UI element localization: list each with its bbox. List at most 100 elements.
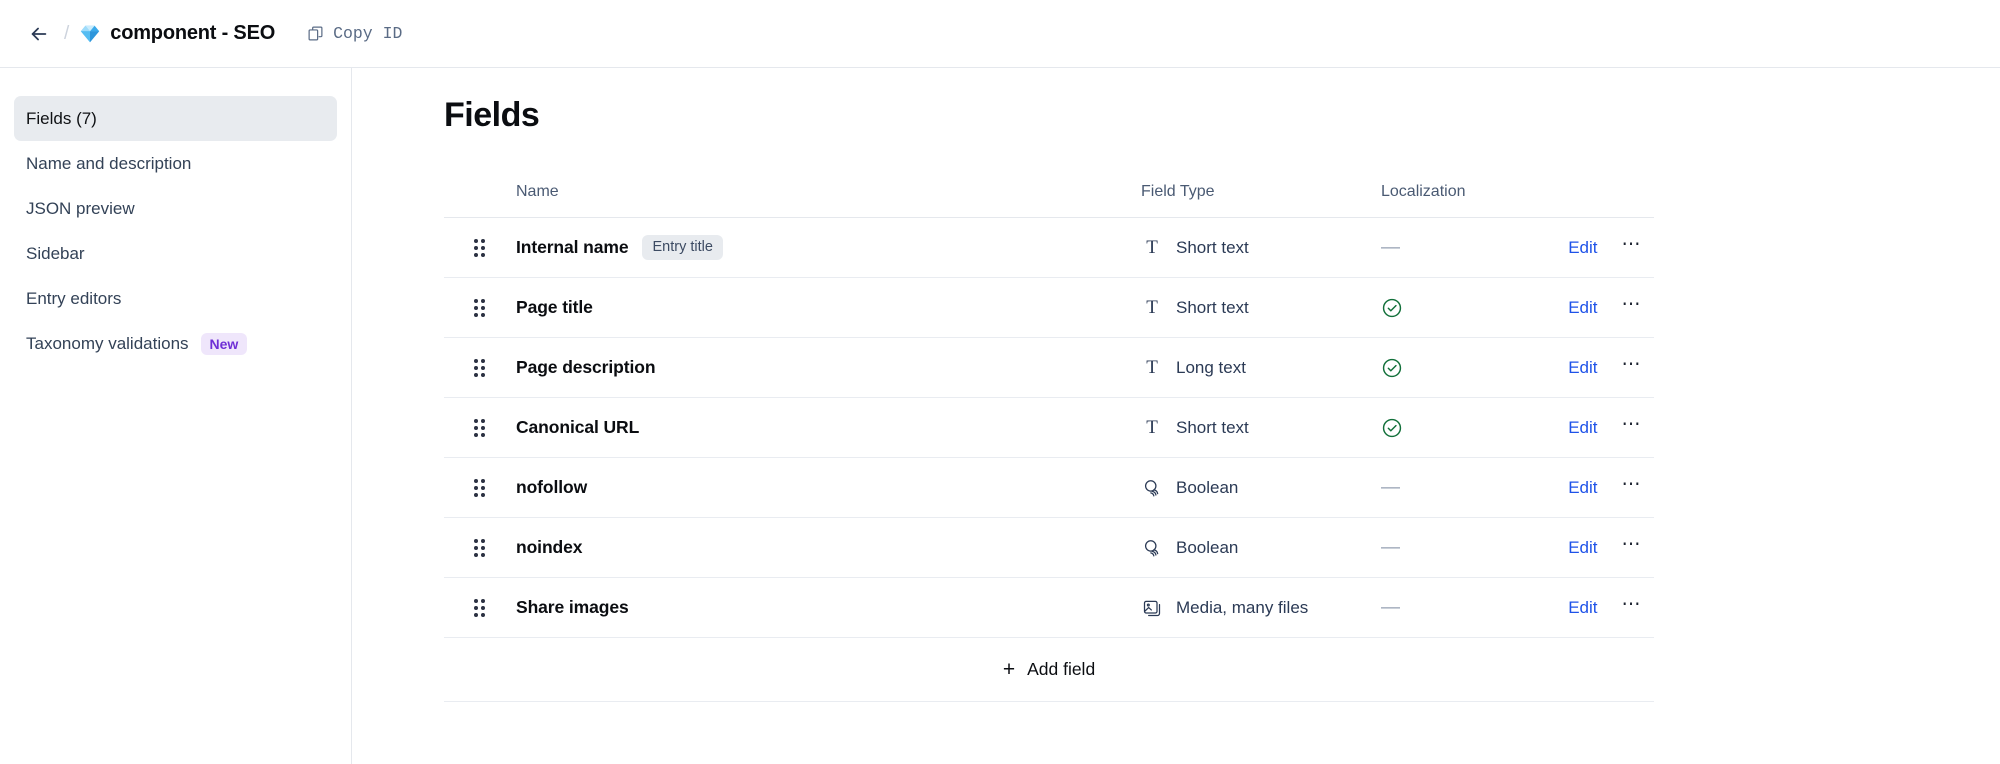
row-actions-cell: Edit ⋯	[1556, 457, 1654, 518]
sidebar-item-name-and-description[interactable]: Name and description	[14, 141, 337, 186]
sidebar-item-label: Entry editors	[26, 288, 122, 308]
row-drag-cell	[444, 457, 516, 518]
fields-table: Name Field Type Localization Internal na…	[444, 183, 1654, 702]
drag-handle-icon[interactable]	[444, 598, 516, 617]
body-wrapper: Fields (7) Name and description JSON pre…	[0, 68, 2000, 764]
row-drag-cell	[444, 277, 516, 338]
row-name-cell: Share images	[516, 577, 1141, 638]
column-header-actions	[1556, 183, 1654, 218]
column-header-field-type: Field Type	[1141, 183, 1381, 218]
localization-check-icon	[1381, 417, 1403, 439]
row-localization-cell	[1381, 277, 1556, 338]
boolean-icon	[1141, 477, 1163, 499]
localization-dash-icon: —	[1381, 537, 1400, 558]
row-actions-cell: Edit ⋯	[1556, 337, 1654, 398]
text-t-icon: T	[1146, 357, 1158, 378]
new-badge: New	[200, 332, 248, 355]
edit-button[interactable]: Edit	[1568, 478, 1597, 498]
row-actions-cell: Edit ⋯	[1556, 517, 1654, 578]
drag-handle-icon[interactable]	[444, 538, 516, 557]
sidebar: Fields (7) Name and description JSON pre…	[0, 68, 352, 764]
row-name-cell: noindex	[516, 517, 1141, 578]
table-row: Page description T Long text Edit ⋯	[444, 337, 1654, 398]
row-type-cell: Boolean	[1141, 457, 1381, 518]
edit-button[interactable]: Edit	[1568, 598, 1597, 618]
sidebar-item-label: Sidebar	[26, 243, 85, 263]
more-options-icon[interactable]: ⋯	[1622, 595, 1643, 620]
top-bar: / component - SEO Copy ID	[0, 0, 2000, 68]
field-name: Canonical URL	[516, 417, 640, 437]
text-t-icon: T	[1146, 297, 1158, 318]
drag-handle-icon[interactable]	[444, 418, 516, 437]
main-content: Fields Name Field Type Localization Inte…	[352, 68, 2000, 764]
field-name: noindex	[516, 537, 583, 557]
table-row: Canonical URL T Short text Edit ⋯	[444, 397, 1654, 458]
edit-button[interactable]: Edit	[1568, 358, 1597, 378]
column-header-spacer	[444, 183, 516, 218]
more-options-icon[interactable]: ⋯	[1622, 295, 1643, 320]
sidebar-item-json-preview[interactable]: JSON preview	[14, 186, 337, 231]
edit-button[interactable]: Edit	[1568, 298, 1597, 318]
add-field-label: Add field	[1027, 659, 1096, 679]
table-header: Name Field Type Localization	[444, 183, 1654, 218]
sidebar-item-label: JSON preview	[26, 198, 135, 218]
more-options-icon[interactable]: ⋯	[1622, 535, 1643, 560]
row-localization-cell: —	[1381, 517, 1556, 578]
row-drag-cell	[444, 517, 516, 578]
row-name-cell: Page title	[516, 277, 1141, 338]
copy-id-button[interactable]: Copy ID	[307, 24, 402, 43]
back-button[interactable]	[22, 17, 56, 51]
drag-handle-icon[interactable]	[444, 478, 516, 497]
table-body: Internal name Entry title T Short text —…	[444, 217, 1654, 702]
field-type-label: Short text	[1176, 417, 1249, 437]
field-type-label: Short text	[1176, 237, 1249, 257]
row-drag-cell	[444, 577, 516, 638]
row-localization-cell	[1381, 337, 1556, 398]
row-localization-cell: —	[1381, 577, 1556, 638]
text-t-icon: T	[1146, 417, 1158, 438]
more-options-icon[interactable]: ⋯	[1622, 235, 1643, 260]
localization-dash-icon: —	[1381, 477, 1400, 498]
field-name: Page title	[516, 297, 593, 317]
more-options-icon[interactable]: ⋯	[1622, 355, 1643, 380]
field-name: nofollow	[516, 477, 588, 497]
edit-button[interactable]: Edit	[1568, 238, 1597, 258]
arrow-left-icon	[28, 23, 50, 45]
row-localization-cell: —	[1381, 457, 1556, 518]
row-type-cell: Media, many files	[1141, 577, 1381, 638]
field-type-label: Short text	[1176, 297, 1249, 317]
row-name-cell: nofollow	[516, 457, 1141, 518]
edit-button[interactable]: Edit	[1568, 418, 1597, 438]
row-actions-cell: Edit ⋯	[1556, 277, 1654, 338]
row-type-cell: T Short text	[1141, 217, 1381, 278]
row-type-cell: T Long text	[1141, 337, 1381, 398]
table-row: Share images Media, many files — Edit ⋯	[444, 577, 1654, 638]
entry-title-badge: Entry title	[642, 235, 723, 260]
row-drag-cell	[444, 217, 516, 278]
sidebar-item-fields[interactable]: Fields (7)	[14, 96, 337, 141]
row-actions-cell: Edit ⋯	[1556, 397, 1654, 458]
row-name-cell: Internal name Entry title	[516, 217, 1141, 278]
add-field-row: + Add field	[444, 637, 1654, 702]
drag-handle-icon[interactable]	[444, 238, 516, 257]
drag-handle-icon[interactable]	[444, 298, 516, 317]
sidebar-item-sidebar[interactable]: Sidebar	[14, 231, 337, 276]
media-icon	[1141, 597, 1163, 619]
breadcrumb: component - SEO	[79, 22, 275, 45]
row-type-cell: T Short text	[1141, 397, 1381, 458]
copy-icon	[307, 25, 324, 42]
copy-id-label: Copy ID	[333, 24, 403, 43]
drag-handle-icon[interactable]	[444, 358, 516, 377]
edit-button[interactable]: Edit	[1568, 538, 1597, 558]
row-type-cell: T Short text	[1141, 277, 1381, 338]
add-field-button[interactable]: + Add field	[444, 659, 1654, 680]
page-title: component - SEO	[110, 22, 276, 44]
boolean-icon	[1141, 537, 1163, 559]
row-name-cell: Page description	[516, 337, 1141, 398]
table-row: noindex Boolean — Edit ⋯	[444, 517, 1654, 578]
sidebar-item-taxonomy-validations[interactable]: Taxonomy validations New	[14, 321, 337, 366]
more-options-icon[interactable]: ⋯	[1622, 475, 1643, 500]
more-options-icon[interactable]: ⋯	[1622, 415, 1643, 440]
sidebar-item-entry-editors[interactable]: Entry editors	[14, 276, 337, 321]
table-row: Page title T Short text Edit ⋯	[444, 277, 1654, 338]
